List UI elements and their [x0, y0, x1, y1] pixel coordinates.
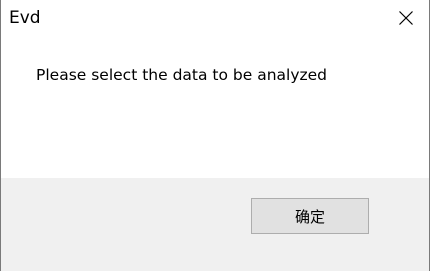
- message-dialog: Evd Please select the data to be analyze…: [0, 0, 430, 271]
- ok-button[interactable]: 确定: [251, 198, 369, 234]
- close-icon: [399, 11, 413, 25]
- close-button[interactable]: [383, 0, 429, 36]
- dialog-content: [1, 40, 429, 178]
- title-bar: Evd: [1, 0, 429, 40]
- window-title: Evd: [9, 8, 41, 28]
- message-text: Please select the data to be analyzed: [36, 66, 328, 84]
